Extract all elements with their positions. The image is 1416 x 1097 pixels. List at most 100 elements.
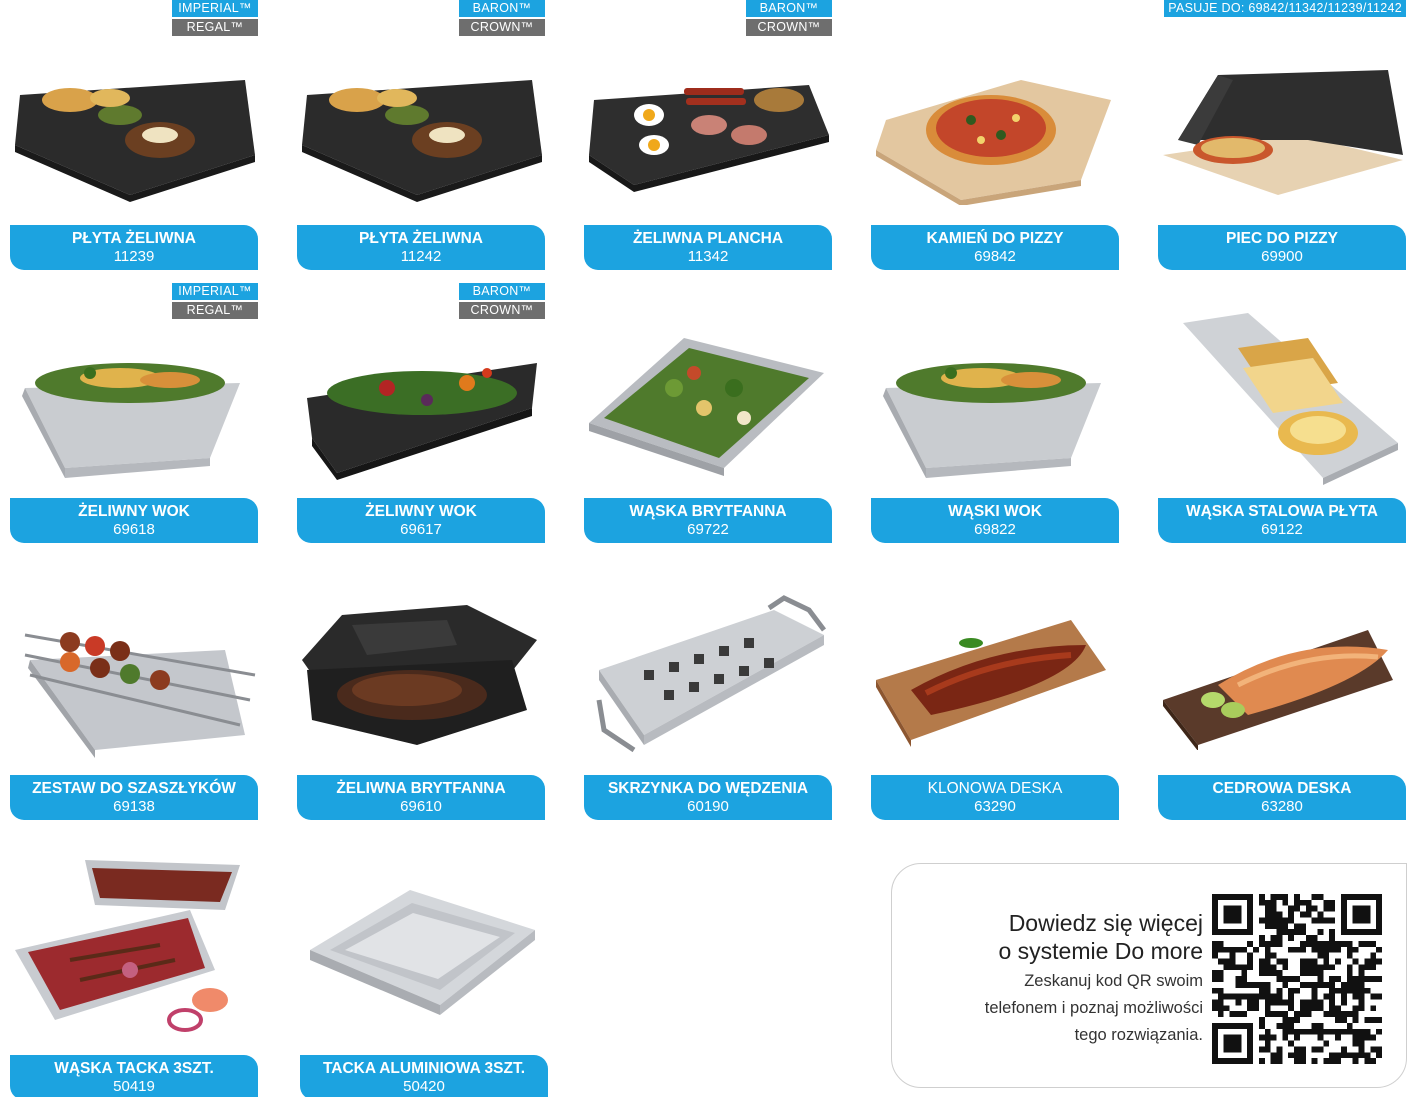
- product-label: WĄSKA TACKA 3SZT. 50419: [10, 1055, 258, 1097]
- product-card: SKRZYNKA DO WĘDZENIA 60190: [584, 575, 832, 820]
- product-label: WĄSKA STALOWA PŁYTA 69122: [1158, 498, 1406, 543]
- badge: CROWN™: [459, 19, 545, 36]
- product-code: 63290: [974, 798, 1016, 815]
- badge: PASUJE DO: 69842/11342/11239/11242: [1164, 0, 1406, 17]
- badge: IMPERIAL™: [172, 283, 258, 300]
- product-label: ZESTAW DO SZASZŁYKÓW 69138: [10, 775, 258, 820]
- product-code: 69122: [1261, 521, 1303, 538]
- info-description-line: telefonem i poznaj możliwości: [984, 999, 1203, 1017]
- badge: IMPERIAL™: [172, 0, 258, 17]
- product-card: PASUJE DO: 69842/11342/11239/11242 PIEC …: [1158, 0, 1406, 270]
- product-name: WĄSKI WOK: [948, 503, 1042, 520]
- product-label: PŁYTA ŻELIWNA 11239: [10, 225, 258, 270]
- product-name: ŻELIWNY WOK: [365, 503, 477, 520]
- product-label: SKRZYNKA DO WĘDZENIA 60190: [584, 775, 832, 820]
- badge: BARON™: [459, 0, 545, 17]
- product-card: IMPERIAL™ REGAL™ PŁYTA ŻELIWNA 11239: [10, 0, 258, 270]
- plancha-image: [584, 60, 832, 205]
- product-card: WĄSKA STALOWA PŁYTA 69122: [1158, 283, 1406, 543]
- product-label: WĄSKI WOK 69822: [871, 498, 1119, 543]
- qr-code-icon[interactable]: [1212, 894, 1382, 1064]
- compatibility-badges: IMPERIAL™ REGAL™: [172, 0, 258, 36]
- product-label: WĄSKA BRYTFANNA 69722: [584, 498, 832, 543]
- product-code: 11242: [400, 248, 442, 265]
- info-heading-line1: Dowiedz się więcej: [1008, 910, 1203, 936]
- product-code: 60190: [687, 798, 729, 815]
- product-card: WĄSKA TACKA 3SZT. 50419: [10, 850, 258, 1097]
- product-name: SKRZYNKA DO WĘDZENIA: [607, 780, 809, 797]
- product-code: 69618: [113, 521, 155, 538]
- product-name: CEDROWA DESKA: [1212, 780, 1352, 797]
- product-label: PIEC DO PIZZY 69900: [1158, 225, 1406, 270]
- cedar-plank-image: [1158, 605, 1406, 750]
- steel-plate-image: [1158, 308, 1406, 488]
- product-label: ŻELIWNA PLANCHA 11342: [584, 225, 832, 270]
- badge: BARON™: [459, 283, 545, 300]
- product-name: PIEC DO PIZZY: [1226, 230, 1338, 247]
- product-card: BARON™ CROWN™ ŻELIWNA PLANCHA 11342: [584, 0, 832, 270]
- narrow-roaster-image: [584, 318, 832, 488]
- product-code: 69722: [687, 521, 729, 538]
- product-name: ZESTAW DO SZASZŁYKÓW: [32, 780, 236, 797]
- product-card: KLONOWA DESKA 63290: [871, 575, 1119, 820]
- cast-iron-roaster-image: [297, 600, 545, 750]
- info-heading-line2: o systemie Do more: [998, 938, 1203, 964]
- product-code: 69822: [974, 521, 1016, 538]
- product-label: ŻELIWNY WOK 69617: [297, 498, 545, 543]
- product-label: PŁYTA ŻELIWNA 11242: [297, 225, 545, 270]
- product-name: ŻELIWNA PLANCHA: [632, 230, 784, 247]
- product-name: KLONOWA DESKA: [927, 780, 1063, 797]
- product-name: KAMIEŃ DO PIZZY: [926, 230, 1064, 247]
- badge: CROWN™: [746, 19, 832, 36]
- product-card: ŻELIWNA BRYTFANNA 69610: [297, 575, 545, 820]
- pizza-oven-image: [1158, 60, 1406, 205]
- narrow-tray-image: [10, 850, 258, 1045]
- product-label: ŻELIWNA BRYTFANNA 69610: [297, 775, 545, 820]
- product-code: 50419: [113, 1078, 155, 1095]
- product-label: KAMIEŃ DO PIZZY 69842: [871, 225, 1119, 270]
- product-code: 11342: [687, 248, 729, 265]
- product-code: 69617: [400, 521, 442, 538]
- product-label: KLONOWA DESKA 63290: [871, 775, 1119, 820]
- pizza-stone-image: [871, 60, 1119, 205]
- narrow-wok-image: [871, 328, 1119, 488]
- cast-iron-griddle-image: [10, 60, 258, 205]
- product-card: TACKA ALUMINIOWA 3SZT. 50420: [300, 850, 548, 1097]
- product-card: BARON™ CROWN™ ŻELIWNY WOK 69617: [297, 283, 545, 543]
- product-code: 63280: [1261, 798, 1303, 815]
- product-card: ZESTAW DO SZASZŁYKÓW 69138: [10, 575, 258, 820]
- wok-image: [10, 328, 258, 488]
- product-name: WĄSKA TACKA 3SZT.: [54, 1060, 214, 1077]
- product-code: 11239: [113, 248, 155, 265]
- product-card: BARON™ CROWN™ PŁYTA ŻELIWNA 11242: [297, 0, 545, 270]
- product-label: TACKA ALUMINIOWA 3SZT. 50420: [300, 1055, 548, 1097]
- skewer-set-image: [10, 590, 258, 765]
- product-name: PŁYTA ŻELIWNA: [72, 230, 196, 247]
- product-code: 69610: [400, 798, 442, 815]
- product-code: 50420: [403, 1078, 445, 1095]
- product-code: 69842: [974, 248, 1016, 265]
- product-card: WĄSKA BRYTFANNA 69722: [584, 283, 832, 543]
- compatibility-badges: BARON™ CROWN™: [459, 0, 545, 36]
- product-card: IMPERIAL™ REGAL™ ŻELIWNY WOK 69618: [10, 283, 258, 543]
- maple-plank-image: [871, 605, 1119, 750]
- badge: BARON™: [746, 0, 832, 17]
- compatibility-badges: BARON™ CROWN™: [746, 0, 832, 36]
- badge: REGAL™: [172, 302, 258, 319]
- badge: REGAL™: [172, 19, 258, 36]
- product-name: ŻELIWNY WOK: [78, 503, 190, 520]
- compatibility-badges: BARON™ CROWN™: [459, 283, 545, 319]
- cast-iron-wok-image: [297, 328, 545, 488]
- smoker-box-image: [584, 590, 832, 765]
- product-card: WĄSKI WOK 69822: [871, 283, 1119, 543]
- compatibility-badges: PASUJE DO: 69842/11342/11239/11242: [1164, 0, 1406, 17]
- product-card: KAMIEŃ DO PIZZY 69842: [871, 0, 1119, 270]
- aluminium-tray-image: [300, 875, 548, 1035]
- info-description-line: Zeskanuj kod QR swoim: [1024, 972, 1203, 990]
- product-name: WĄSKA STALOWA PŁYTA: [1185, 503, 1378, 520]
- info-description: Zeskanuj kod QR swoim telefonem i poznaj…: [985, 968, 1203, 1049]
- product-card: CEDROWA DESKA 63280: [1158, 575, 1406, 820]
- product-code: 69138: [113, 798, 155, 815]
- product-name: WĄSKA BRYTFANNA: [629, 503, 787, 520]
- product-name: ŻELIWNA BRYTFANNA: [336, 780, 506, 797]
